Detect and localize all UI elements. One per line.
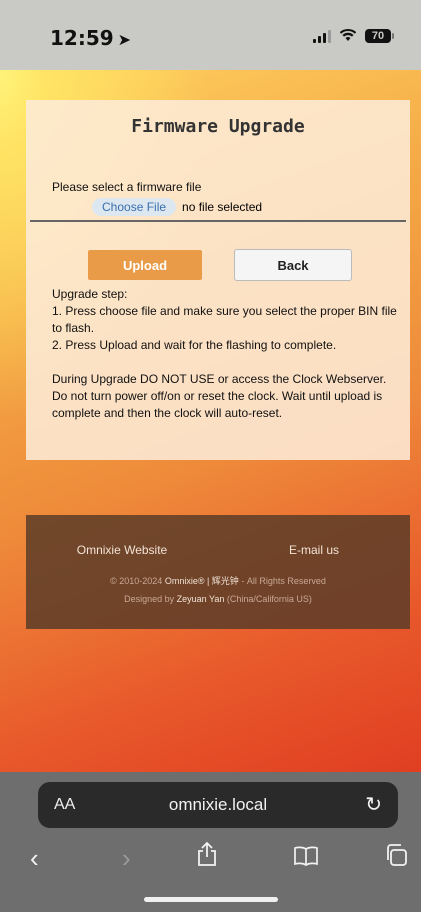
designed-by: Designed by Zeyuan Yan (China/California… [26, 594, 410, 604]
browser-toolbar: ‹ › [0, 838, 421, 878]
file-status-text: no file selected [182, 200, 263, 214]
footer-links: Omnixie Website E-mail us [26, 543, 410, 557]
upgrade-steps: Upgrade step: 1. Press choose file and m… [52, 286, 404, 422]
choose-file-button[interactable]: Choose File [92, 198, 177, 216]
select-file-label: Please select a firmware file [52, 180, 202, 194]
upload-button[interactable]: Upload [88, 250, 202, 280]
back-button[interactable]: Back [234, 249, 352, 281]
divider [30, 220, 406, 222]
location-arrow-icon: ➤ [117, 30, 132, 49]
designed-prefix: Designed by [124, 594, 175, 604]
upgrade-warning: During Upgrade DO NOT USE or access the … [52, 372, 387, 420]
file-input-row: Choose File no file selected [92, 198, 262, 216]
footer: Omnixie Website E-mail us © 2010-2024 Om… [26, 515, 410, 629]
designer-name: Zeyuan Yan [176, 594, 225, 604]
address-bar[interactable]: AA omnixie.local ↻ [38, 782, 398, 828]
firmware-card: Firmware Upgrade Please select a firmwar… [26, 100, 410, 460]
web-page: Firmware Upgrade Please select a firmwar… [0, 70, 421, 772]
home-indicator[interactable] [144, 897, 278, 902]
time-text: 12:59 [50, 26, 114, 50]
signal-icon [313, 29, 331, 43]
back-chevron-icon[interactable]: ‹ [30, 838, 39, 878]
email-link[interactable]: E-mail us [218, 543, 410, 557]
website-link[interactable]: Omnixie Website [26, 543, 218, 557]
browser-bar: AA omnixie.local ↻ ‹ › [0, 772, 421, 912]
tabs-icon[interactable] [384, 838, 408, 878]
designer-location: (China/California US) [226, 594, 312, 604]
page-title: Firmware Upgrade [131, 116, 305, 137]
copyright-years: © 2010-2024 [110, 576, 163, 586]
reload-icon[interactable]: ↻ [365, 792, 382, 817]
forward-chevron-icon[interactable]: › [122, 838, 131, 878]
status-time: 12:59 ➤ [50, 26, 131, 50]
steps-heading: Upgrade step: [52, 287, 128, 301]
step-2: 2. Press Upload and wait for the flashin… [52, 338, 337, 352]
wifi-icon [339, 27, 357, 45]
copyright: © 2010-2024 Omnixie® | 辉光钟 - All Rights … [26, 574, 410, 587]
share-icon[interactable] [196, 838, 218, 878]
step-1: 1. Press choose file and make sure you s… [52, 304, 397, 335]
bookmarks-icon[interactable] [293, 838, 319, 878]
brand-name: Omnixie® | 辉光钟 [164, 576, 239, 586]
status-bar: 12:59 ➤ 70 [0, 0, 421, 70]
battery-icon: 70 [365, 29, 394, 43]
copyright-rights: - All Rights Reserved [241, 576, 326, 586]
url-text[interactable]: omnixie.local [38, 795, 398, 815]
status-icons: 70 [313, 27, 394, 45]
